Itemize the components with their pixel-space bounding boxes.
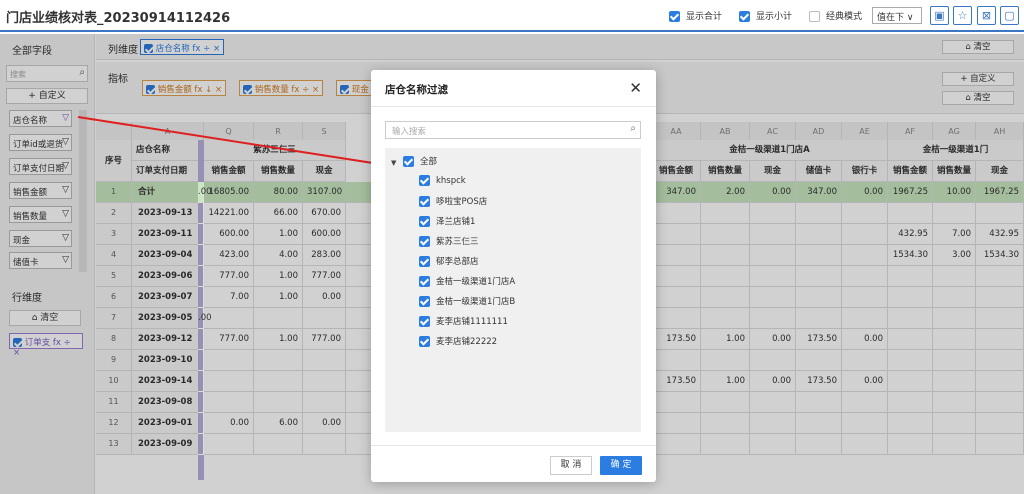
dialog-search-placeholder: 输入搜索	[392, 127, 427, 137]
overflow-cell	[198, 371, 204, 392]
store-option-label: 麦李店铺22222	[436, 337, 498, 347]
checkbox-icon[interactable]	[419, 236, 430, 247]
store-option[interactable]: 泽兰店铺1	[419, 215, 475, 227]
checkbox-icon[interactable]	[809, 11, 820, 22]
save-icon[interactable]: ▣	[930, 6, 949, 25]
overflow-cell: .00	[198, 308, 212, 329]
page-title: 门店业绩核对表_20230914112426	[6, 11, 231, 26]
checkbox-icon[interactable]	[739, 11, 750, 22]
overflow-cell	[198, 350, 204, 371]
select-all-option[interactable]: 全部	[403, 155, 437, 167]
collapse-icon[interactable]: ▢	[1000, 6, 1019, 25]
classic-mode-label: 经典模式	[826, 12, 863, 22]
overflow-cell	[198, 266, 204, 287]
store-option[interactable]: 金桔一级渠道1门店A	[419, 275, 515, 287]
checkbox-icon[interactable]	[419, 276, 430, 287]
search-icon[interactable]: ⌕	[630, 123, 636, 134]
show-total-option[interactable]: 显示合计	[669, 9, 722, 22]
checkbox-icon[interactable]	[419, 296, 430, 307]
checkbox-icon[interactable]	[419, 196, 430, 207]
caret-down-icon[interactable]: ▼	[391, 159, 396, 167]
store-filter-dialog: 店仓名称过滤 ✕ 输入搜索 ⌕ ▼ 全部 khspck 哆啦宝POS店 泽兰店铺1 紫苏…	[371, 70, 656, 482]
store-option-label: 金桔一级渠道1门店A	[436, 277, 516, 287]
checkbox-icon[interactable]	[669, 11, 680, 22]
checkbox-icon[interactable]	[419, 316, 430, 327]
store-option-label: 紫苏三仨三	[436, 237, 479, 247]
checkbox-icon[interactable]	[419, 256, 430, 267]
checkbox-icon[interactable]	[403, 156, 414, 167]
store-option-list: ▼ 全部 khspck 哆啦宝POS店 泽兰店铺1 紫苏三仨三郁李总部店金桔一级渠道1…	[385, 148, 641, 432]
select-all-label: 全部	[420, 157, 438, 167]
checkbox-icon[interactable]	[419, 336, 430, 347]
cancel-button[interactable]: 取 消	[550, 456, 592, 475]
close-icon[interactable]: ✕	[629, 79, 642, 97]
show-total-label: 显示合计	[686, 12, 723, 22]
checkbox-icon[interactable]	[419, 216, 430, 227]
overflow-cell	[198, 203, 204, 224]
value-position-select[interactable]: 值在下 ∨	[872, 7, 922, 24]
store-option[interactable]: khspck	[419, 175, 466, 186]
classic-mode-option[interactable]: 经典模式	[809, 9, 862, 22]
show-subtotal-option[interactable]: 显示小计	[739, 9, 792, 22]
store-option-label: 泽兰店铺1	[436, 217, 476, 227]
confirm-button[interactable]: 确 定	[600, 456, 642, 475]
checkbox-icon[interactable]	[419, 175, 430, 186]
dialog-title: 店仓名称过滤	[385, 84, 448, 96]
overflow-cell	[198, 329, 204, 350]
store-option-label: khspck	[436, 176, 466, 186]
store-option[interactable]: 金桔一级渠道1门店B	[419, 295, 515, 307]
store-option-label: 麦李店铺1111111	[436, 317, 508, 327]
store-option-label: 哆啦宝POS店	[436, 197, 488, 207]
store-option[interactable]: 哆啦宝POS店	[419, 195, 487, 207]
overflow-cell	[198, 287, 204, 308]
store-option-label: 郁李总部店	[436, 257, 479, 267]
store-option-label: 金桔一级渠道1门店B	[436, 297, 516, 307]
store-option[interactable]: 麦李店铺22222	[419, 335, 497, 347]
overflow-cell: .00	[198, 182, 212, 203]
divider	[371, 106, 656, 107]
export-excel-icon[interactable]: ⊠	[977, 6, 996, 25]
star-icon[interactable]: ☆	[953, 6, 972, 25]
top-bar: 门店业绩核对表_20230914112426 显示合计 显示小计 经典模式 值在…	[0, 0, 1024, 32]
divider	[371, 445, 656, 446]
store-option[interactable]: 郁李总部店	[419, 255, 479, 267]
overflow-cell	[198, 434, 204, 455]
show-subtotal-label: 显示小计	[756, 12, 793, 22]
store-option[interactable]: 紫苏三仨三	[419, 235, 479, 247]
overflow-cell	[198, 413, 204, 434]
overflow-cell	[198, 245, 204, 266]
overflow-cell	[198, 392, 204, 413]
dialog-search-input[interactable]: 输入搜索 ⌕	[385, 121, 641, 139]
store-option[interactable]: 麦李店铺1111111	[419, 315, 508, 327]
overflow-cell	[198, 224, 204, 245]
